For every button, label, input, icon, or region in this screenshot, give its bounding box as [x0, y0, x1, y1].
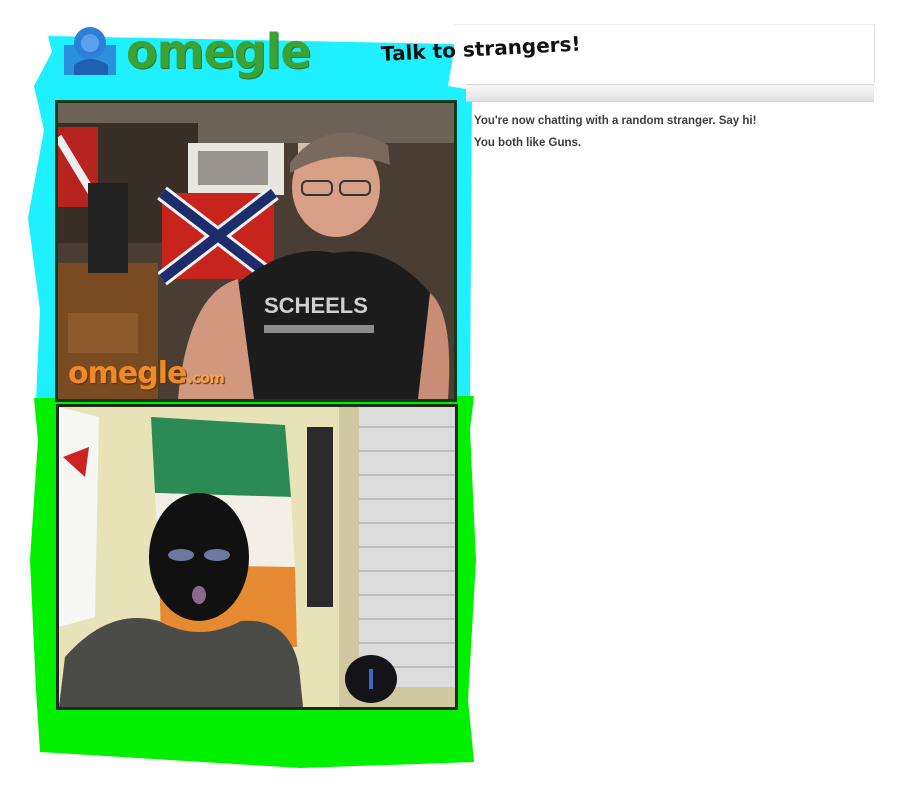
status-message-connected: You're now chatting with a random strang…: [474, 115, 757, 127]
chat-log: You're now chatting with a random strang…: [474, 110, 874, 154]
header-divider: [466, 84, 874, 102]
watermark-text: omegle: [68, 356, 187, 391]
omegle-logo[interactable]: omegle: [64, 22, 312, 80]
stranger-video: SCHEELS omegle.com: [55, 100, 457, 402]
omegle-logo-icon: [64, 25, 122, 77]
status-message-common-interest: You both like Guns.: [474, 137, 582, 149]
stranger-video-image: SCHEELS: [58, 103, 454, 399]
self-video: [56, 404, 458, 710]
logo-wordmark: omegle: [126, 22, 312, 80]
omegle-watermark: omegle.com: [68, 356, 225, 391]
shirt-text: SCHEELS: [264, 293, 368, 318]
self-video-image: [59, 407, 455, 707]
watermark-suffix: .com: [187, 369, 225, 387]
